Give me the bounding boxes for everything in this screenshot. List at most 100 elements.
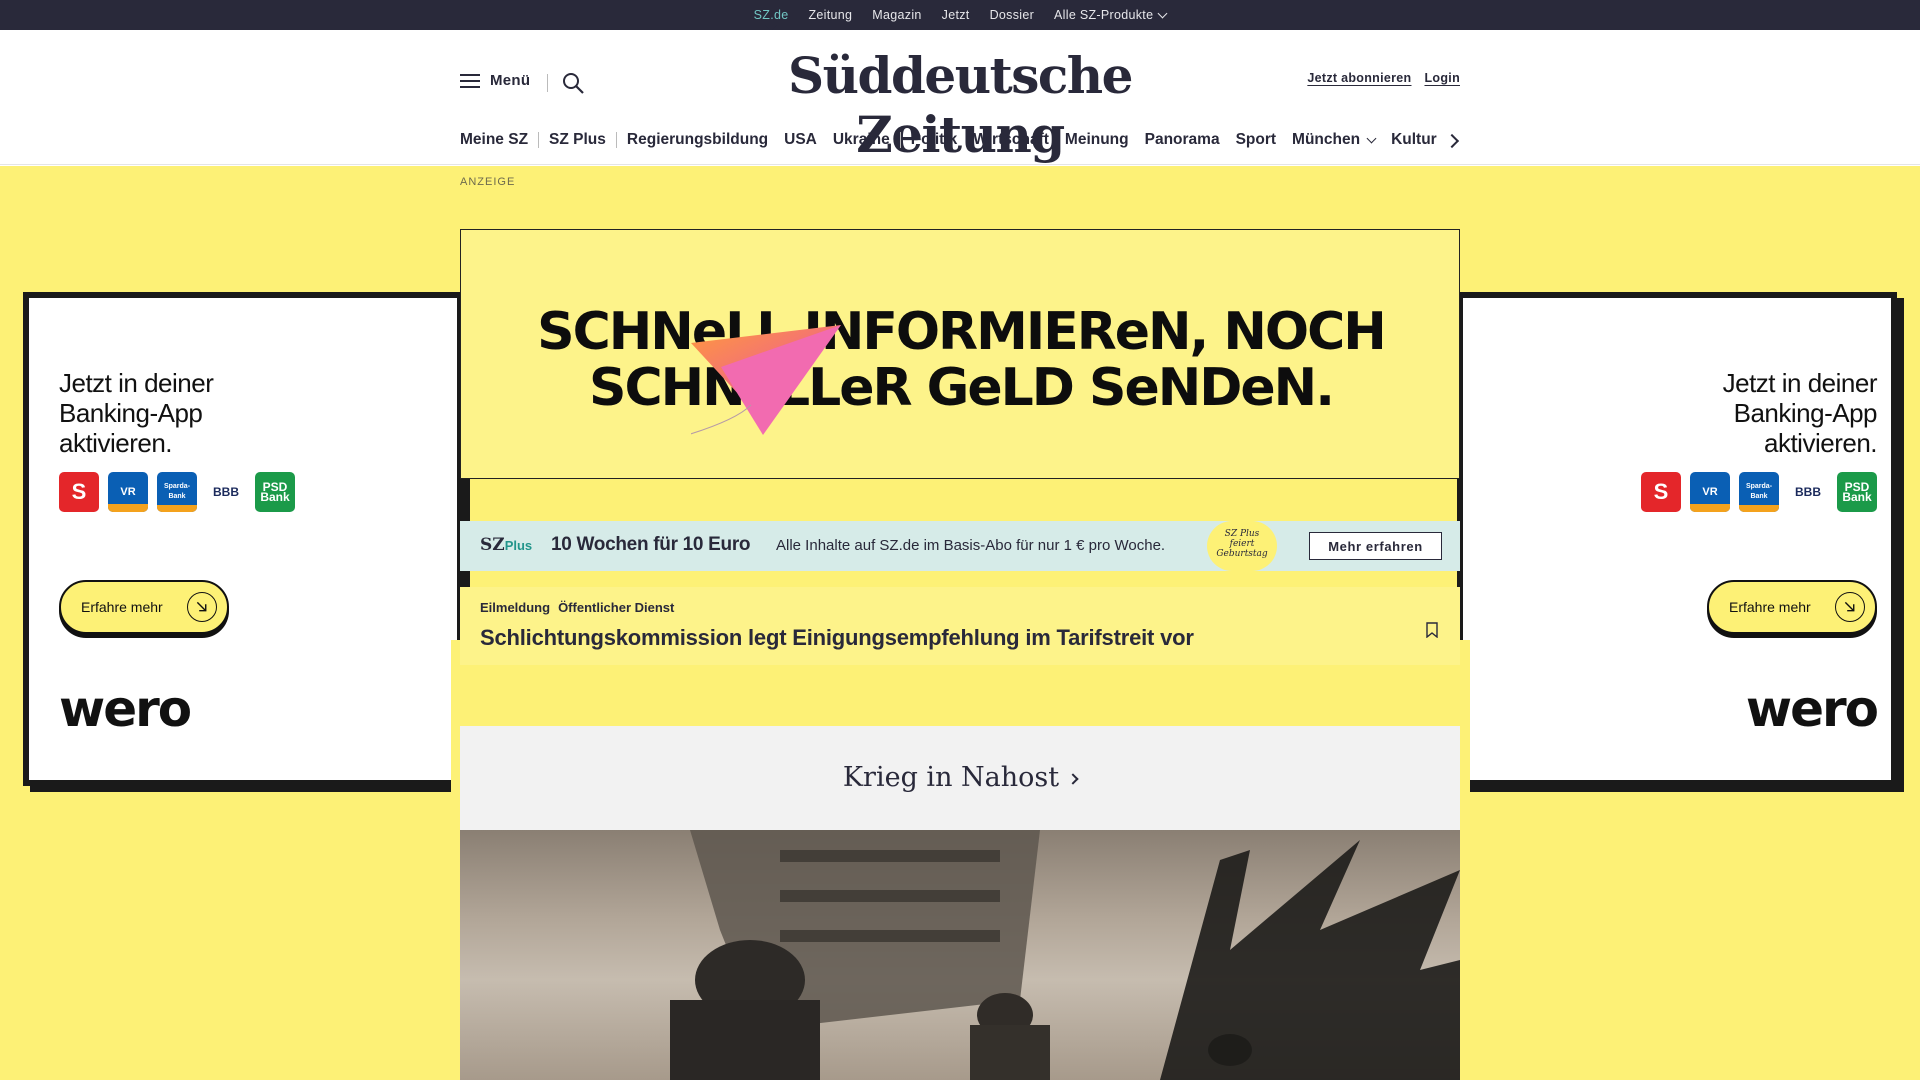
nav-item-regierungsbildung[interactable]: Regierungsbildung <box>627 131 768 149</box>
nav-item-muenchen[interactable]: München <box>1292 131 1377 149</box>
nav-label: SZ Plus <box>549 131 606 148</box>
nav-label: Regierungsbildung <box>626 131 769 148</box>
topbar-item-alle-produkte[interactable]: Alle SZ-Produkte <box>1054 8 1168 22</box>
bank-logos: S VR Sparda-Bank BBB PSD Bank <box>1641 472 1877 512</box>
ad-copy-line: aktivieren. <box>1764 428 1878 458</box>
wero-logo: wero <box>1745 680 1879 738</box>
nav-item-meinung[interactable]: Meinung <box>1065 131 1129 149</box>
ad-cta-label: Erfahre mehr <box>81 599 163 615</box>
sparda-bank-logo: Sparda-Bank <box>1739 472 1779 512</box>
volksbank-logo: VR <box>108 472 148 512</box>
top-product-bar: SZ.de Zeitung Magazin Jetzt Dossier Alle… <box>0 0 1920 31</box>
login-link[interactable]: Login <box>1424 71 1460 85</box>
topic-title: Krieg in Nahost <box>842 762 1060 793</box>
search-icon[interactable] <box>561 71 585 95</box>
bbbank-logo: BBB <box>206 472 246 512</box>
subscribe-link[interactable]: Jetzt abonnieren <box>1307 71 1411 85</box>
banner-ad[interactable]: SCHNeLL INFORMIEReN, NOCH SCHNeLLeR GeLD… <box>460 229 1460 479</box>
side-ad-right[interactable]: Jetzt in deiner Banking-App aktivieren. … <box>1457 292 1897 786</box>
ad-copy-line: aktivieren. <box>59 428 173 458</box>
topbar-label: Alle SZ-Produkte <box>1054 8 1154 22</box>
nav-item-ukraine[interactable]: Ukraine <box>833 131 890 149</box>
topbar-label: Jetzt <box>941 8 970 22</box>
side-ad-left[interactable]: Jetzt in deiner Banking-App aktivieren. … <box>23 292 463 786</box>
nav-item-kultur[interactable]: Kultur <box>1391 131 1437 149</box>
topbar-label: SZ.de <box>753 8 789 22</box>
ad-copy-line: Jetzt in deiner <box>59 368 214 398</box>
menu-label: Menü <box>490 72 531 89</box>
nav-item-panorama[interactable]: Panorama <box>1145 131 1220 149</box>
nav-label: Meine SZ <box>460 131 529 148</box>
nav-item-sport[interactable]: Sport <box>1236 131 1276 149</box>
site-header: Menü Süddeutsche Zeitung Jetzt abonniere… <box>0 30 1920 165</box>
arrow-down-right-icon <box>1835 592 1865 622</box>
nav-label: Politik <box>910 131 958 148</box>
nav-label: Meinung <box>1064 131 1129 148</box>
nav-label: Panorama <box>1144 131 1220 148</box>
photo-illustration <box>670 830 1460 1080</box>
ad-cta-button[interactable]: Erfahre mehr <box>59 580 229 634</box>
volksbank-logo: VR <box>1690 472 1730 512</box>
hamburger-icon <box>460 73 480 88</box>
sparkasse-logo: S <box>1641 472 1681 512</box>
topbar-item-magazin[interactable]: Magazin <box>872 8 921 22</box>
ad-cta-label: Erfahre mehr <box>1729 599 1811 615</box>
banner-headline-line: SCHNeLLeR GeLD SeNDeN. <box>589 358 1335 418</box>
nav-label: Wirtschaft <box>973 131 1049 148</box>
ad-cta-button[interactable]: Erfahre mehr <box>1707 580 1877 634</box>
topic-title-link[interactable]: Krieg in Nahost <box>460 762 1460 793</box>
bookmark-icon[interactable] <box>1426 622 1438 638</box>
topic-label: Öffentlicher Dienst <box>558 600 675 615</box>
divider <box>547 74 548 92</box>
nav-label: Ukraine <box>832 131 890 148</box>
sz-logo-text: SZ <box>480 535 505 555</box>
topbar-item-zeitung[interactable]: Zeitung <box>809 8 853 22</box>
plus-logo-suffix: Plus <box>504 538 533 553</box>
sz-plus-promo: SZPlus 10 Wochen für 10 Euro Alle Inhalt… <box>460 521 1460 571</box>
article-photo[interactable] <box>460 830 1460 1080</box>
breaking-headline[interactable]: Schlichtungskommission legt Einigungsemp… <box>480 625 1194 651</box>
topbar-label: Dossier <box>989 8 1035 22</box>
promo-text: Alle Inhalte auf SZ.de im Basis-Abo für … <box>776 537 1166 554</box>
nav-item-sz-plus[interactable]: SZ Plus <box>549 131 606 149</box>
promo-title: 10 Wochen für 10 Euro <box>551 534 751 555</box>
topbar-label: Zeitung <box>808 8 853 22</box>
eilmeldung-label: Eilmeldung <box>480 600 551 615</box>
chevron-down-icon <box>1157 8 1168 18</box>
bbbank-logo: BBB <box>1788 472 1828 512</box>
wero-logo: wero <box>59 680 192 738</box>
menu-button[interactable]: Menü <box>460 72 530 89</box>
birthday-badge: SZ Plus feiert Geburtstag <box>1207 521 1277 571</box>
account-links: Jetzt abonnieren Login <box>1307 71 1460 85</box>
psd-bank-logo: PSD Bank <box>1837 472 1877 512</box>
breaking-news-teaser[interactable]: Eilmeldung Öffentlicher Dienst Schlichtu… <box>460 587 1460 665</box>
nav-item-politik[interactable]: Politik <box>911 131 958 149</box>
nav-item-usa[interactable]: USA <box>784 131 817 149</box>
badge-line: Geburtstag <box>1216 549 1268 559</box>
nav-label: USA <box>784 131 817 148</box>
paper-plane-icon <box>691 325 841 435</box>
nav-item-wirtschaft[interactable]: Wirtschaft <box>973 131 1049 149</box>
topbar-item-szde[interactable]: SZ.de <box>753 8 789 31</box>
divider <box>538 132 540 148</box>
nav-label: Sport <box>1235 131 1277 148</box>
arrow-down-right-icon <box>187 592 217 622</box>
ad-copy: Jetzt in deiner Banking-App aktivieren. <box>59 368 214 458</box>
ad-copy: Jetzt in deiner Banking-App aktivieren. <box>1723 368 1878 458</box>
bank-logos: S VR Sparda-Bank BBB PSD Bank <box>59 472 295 512</box>
topbar-label: Magazin <box>872 8 922 22</box>
sparkasse-logo: S <box>59 472 99 512</box>
chevron-down-icon <box>1366 133 1377 143</box>
mehr-erfahren-button[interactable]: Mehr erfahren <box>1309 532 1442 560</box>
topbar-item-jetzt[interactable]: Jetzt <box>942 8 970 22</box>
divider <box>615 132 617 148</box>
sz-plus-logo: SZPlus <box>480 535 532 555</box>
topbar-item-dossier[interactable]: Dossier <box>990 8 1034 22</box>
nav-item-meine-sz[interactable]: Meine SZ <box>460 131 528 149</box>
ad-copy-line: Banking-App <box>59 398 203 428</box>
ad-label: ANZEIGE <box>460 176 516 188</box>
banner-headline-line: SCHNeLL INFORMIEReN, NOCH <box>537 302 1387 362</box>
nav-scroll-right-icon[interactable] <box>1446 131 1460 149</box>
badge-line: SZ Plus <box>1224 529 1260 539</box>
nav-label: Kultur <box>1391 131 1437 148</box>
